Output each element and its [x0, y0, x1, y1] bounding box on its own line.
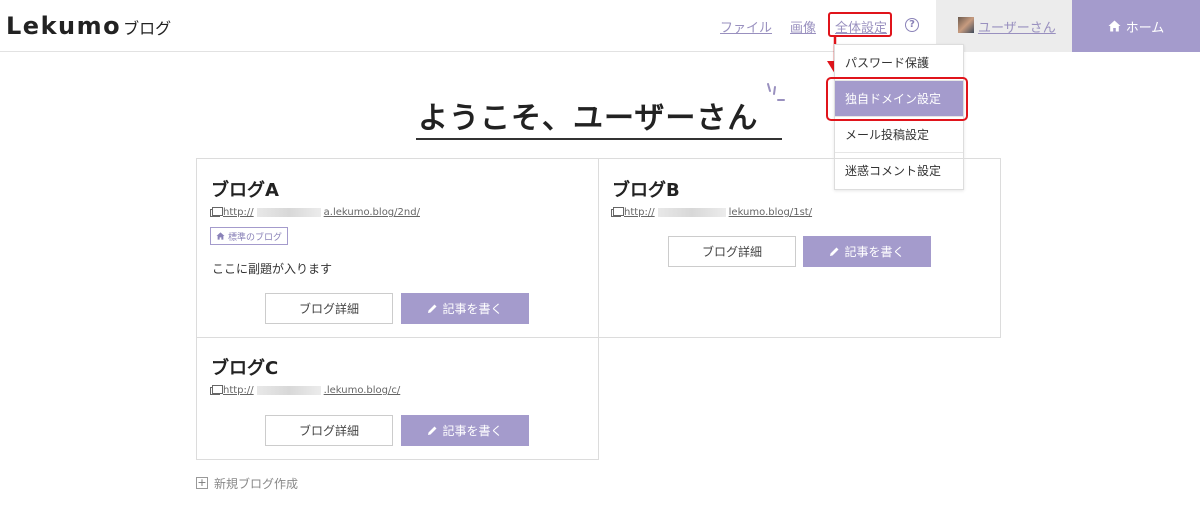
blog-c-title[interactable]: ブログC — [211, 354, 278, 380]
nav-file-link[interactable]: ファイル — [720, 17, 772, 36]
blog-c-write-button[interactable]: 記事を書く — [401, 415, 529, 446]
blog-c-detail-button[interactable]: ブログ詳細 — [265, 415, 393, 446]
grid-bottom — [196, 459, 599, 460]
window-icon — [210, 384, 223, 395]
grid-middle — [598, 158, 599, 460]
blog-a-title[interactable]: ブログA — [211, 176, 279, 202]
blog-b-detail-button[interactable]: ブログ詳細 — [668, 236, 796, 267]
avatar — [958, 17, 974, 33]
blog-a-url-suffix: a.lekumo.blog/2nd/ — [323, 207, 420, 218]
logo-subtext: ブログ — [123, 19, 172, 38]
write-label: 記事を書く — [442, 424, 503, 438]
redacted-text — [657, 208, 726, 217]
home-label: ホーム — [1125, 20, 1165, 36]
pencil-icon — [830, 247, 839, 256]
blog-a-subtitle: ここに副題が入ります — [212, 262, 333, 276]
window-icon — [210, 206, 223, 217]
plus-icon[interactable]: + — [196, 477, 208, 489]
welcome-heading: ようこそ、ユーザーさん — [418, 101, 759, 136]
menu-item-password[interactable]: パスワード保護 — [835, 45, 963, 81]
badge-label: 標準のブログ — [228, 232, 283, 243]
blog-b-title[interactable]: ブログB — [612, 176, 680, 202]
blog-c-url[interactable]: http:// .lekumo.blog/c/ — [210, 384, 401, 396]
blog-c-url-prefix: http:// — [223, 385, 254, 396]
blog-a-write-button[interactable]: 記事を書く — [401, 293, 529, 324]
help-icon[interactable]: ? — [905, 18, 919, 32]
write-label: 記事を書く — [442, 302, 503, 316]
new-blog-link[interactable]: 新規ブログ作成 — [214, 475, 298, 492]
home-button[interactable]: ホーム — [1072, 0, 1200, 52]
top-header: Lekumo ブログ ファイル 画像 全体設定 ? ユーザーさん ホーム — [0, 0, 1200, 52]
home-icon — [1108, 20, 1121, 32]
default-blog-badge: 標準のブログ — [210, 227, 289, 245]
redacted-text — [256, 208, 321, 217]
grid-right — [1000, 158, 1001, 338]
blog-b-url-prefix: http:// — [624, 207, 655, 218]
domain-highlight — [826, 77, 968, 121]
settings-highlight — [828, 12, 892, 37]
grid-row-divider — [196, 337, 1001, 338]
blog-b-write-button[interactable]: 記事を書く — [803, 236, 931, 267]
redacted-text — [256, 386, 321, 395]
logo-text: Lekumo — [6, 12, 122, 40]
blog-c-url-suffix: .lekumo.blog/c/ — [323, 385, 401, 396]
blog-b-url-suffix: lekumo.blog/1st/ — [728, 207, 813, 218]
home-icon — [216, 232, 225, 240]
welcome-underline — [416, 138, 782, 140]
menu-item-mail-post[interactable]: メール投稿設定 — [835, 117, 963, 153]
blog-a-detail-button[interactable]: ブログ詳細 — [265, 293, 393, 324]
user-name-link[interactable]: ユーザーさん — [978, 17, 1056, 36]
write-label: 記事を書く — [844, 245, 905, 259]
nav-image-link[interactable]: 画像 — [790, 17, 816, 36]
pencil-icon — [428, 304, 437, 313]
grid-left — [196, 158, 197, 460]
sparkle-icon — [767, 83, 785, 101]
blog-a-url[interactable]: http:// a.lekumo.blog/2nd/ — [210, 206, 420, 218]
pencil-icon — [428, 426, 437, 435]
window-icon — [611, 206, 624, 217]
logo[interactable]: Lekumo ブログ — [6, 12, 171, 40]
blog-a-url-prefix: http:// — [223, 207, 254, 218]
blog-b-url[interactable]: http:// lekumo.blog/1st/ — [611, 206, 813, 218]
